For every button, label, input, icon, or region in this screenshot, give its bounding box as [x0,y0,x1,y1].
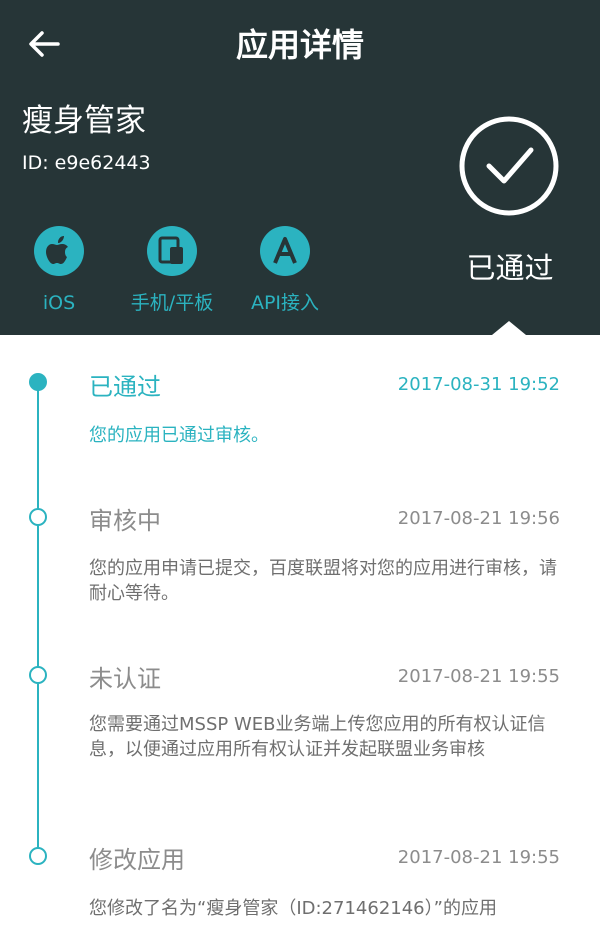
apple-icon [34,226,84,276]
timeline-dot [29,847,47,865]
timeline-line [37,382,39,857]
app-id: ID: e9e62443 [22,152,151,174]
timeline-status: 未认证 [89,665,161,693]
timeline-dot-active [29,373,47,391]
status-pointer [492,321,526,335]
platform-ios: iOS [0,226,124,316]
platform-label: 手机/平板 [130,292,214,314]
timeline-description: 您的应用已通过审核。 [89,425,269,446]
timeline-description: 您需要通过MSSP WEB业务端上传您应用的所有权认证信息，以便通过应用所有权认… [89,714,546,760]
timeline-status: 修改应用 [89,846,185,874]
timeline-dot [29,508,47,526]
api-icon [260,226,310,276]
timeline-time: 2017-08-21 19:56 [397,508,560,529]
app-header: 应用详情 瘦身管家 ID: e9e62443 iOS 手机/平板 API接入 已… [0,0,600,335]
platform-api: API接入 [220,226,350,316]
platform-label: iOS [42,292,76,314]
check-circle-icon [459,116,559,216]
timeline-dot [29,666,47,684]
timeline-description: 您修改了名为“瘦身管家（ID:271462146）”的应用 [89,898,497,919]
phone-tablet-icon [147,226,197,276]
timeline-time: 2017-08-21 19:55 [397,847,560,868]
page-title: 应用详情 [235,26,364,64]
app-name: 瘦身管家 [22,103,146,139]
platform-mobile-tablet: 手机/平板 [107,226,237,316]
timeline-time: 2017-08-31 19:52 [397,374,560,395]
timeline-status: 审核中 [89,507,161,535]
timeline-status: 已通过 [89,373,161,401]
timeline-time: 2017-08-21 19:55 [397,666,560,687]
timeline-description: 您的应用申请已提交，百度联盟将对您的应用进行审核，请耐心等待。 [89,558,557,604]
status-label: 已通过 [466,251,554,285]
platform-label: API接入 [250,292,320,314]
